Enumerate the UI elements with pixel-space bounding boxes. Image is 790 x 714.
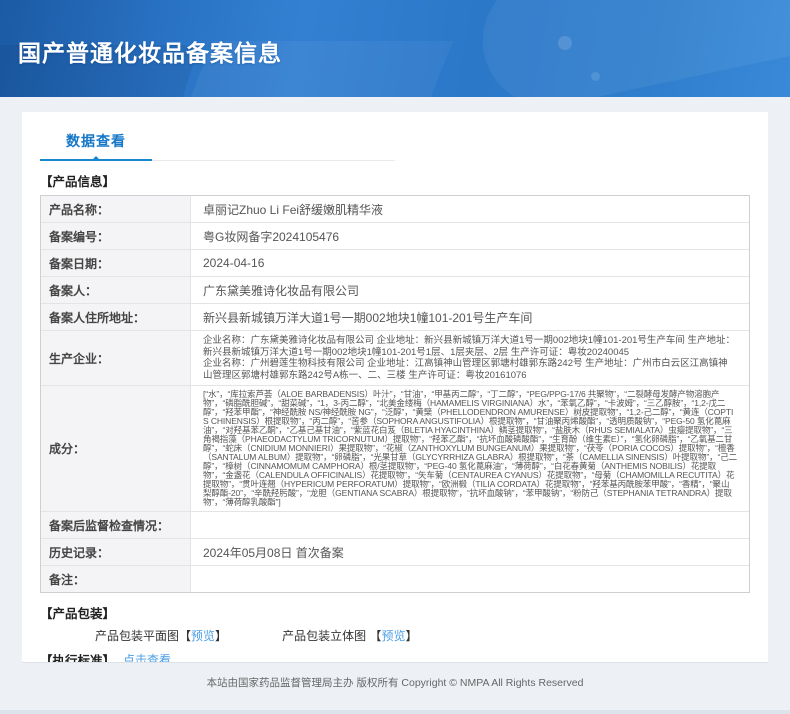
row-value: 粤G妆网备字2024105476 xyxy=(203,229,340,244)
page-title: 国产普通化妆品备案信息 xyxy=(18,40,282,66)
tab-bar: 数据查看 xyxy=(40,124,395,161)
content-card: 数据查看 【产品信息】 产品名称： 卓丽记Zhuo Li Fei舒缓嫩肌精华液 … xyxy=(22,112,768,663)
standard-click-view-link[interactable]: 点击查看 xyxy=(123,651,171,662)
row-value xyxy=(191,566,749,592)
page-footer: 本站由国家药品监督管理局主办 版权所有 Copyright © NMPA All… xyxy=(0,663,790,710)
table-row-registrant-address: 备案人住所地址： 新兴县新城镇万洋大道1号一期002地块1幢101-201号生产… xyxy=(41,304,749,331)
packaging-stereo-label: 产品包装立体图 xyxy=(282,629,367,644)
row-value: 广东黛美雅诗化妆品有限公司 xyxy=(203,283,360,298)
banner-decoration-dot xyxy=(591,72,600,81)
row-value: 2024年05月08日 首次备案 xyxy=(203,545,344,560)
table-row-registrant: 备案人： 广东黛美雅诗化妆品有限公司 xyxy=(41,277,749,304)
row-value: 卓丽记Zhuo Li Fei舒缓嫩肌精华液 xyxy=(203,202,384,217)
row-value: [“水”，“库拉索芦荟（ALOE BARBADENSIS）叶汁”，“甘油”，“甲… xyxy=(203,389,737,508)
row-label: 备注： xyxy=(41,566,191,593)
packaging-flat-label: 产品包装平面图 xyxy=(95,629,180,644)
product-info-table: 产品名称： 卓丽记Zhuo Li Fei舒缓嫩肌精华液 备案编号： 粤G妆网备字… xyxy=(40,195,750,594)
row-value: 新兴县新城镇万洋大道1号一期002地块1幢101-201号生产车间 xyxy=(203,310,533,325)
bracket: 】 xyxy=(215,629,228,644)
row-value: 企业名称：广东黛美雅诗化妆品有限公司 企业地址：新兴县新城镇万洋大道1号一期00… xyxy=(203,335,736,381)
bracket: 【 xyxy=(179,629,192,644)
row-label: 备案日期： xyxy=(41,250,191,276)
table-row-history: 历史记录： 2024年05月08日 首次备案 xyxy=(41,539,749,567)
tab-data-view[interactable]: 数据查看 xyxy=(40,124,152,161)
tab-data-view-label: 数据查看 xyxy=(66,133,126,149)
table-row-ingredients: 成分： [“水”，“库拉索芦荟（ALOE BARBADENSIS）叶汁”，“甘油… xyxy=(41,386,749,513)
packaging-stereo-item: 产品包装立体图 【预览】 xyxy=(282,627,417,644)
standard-section-title: 【执行标准】 xyxy=(40,654,116,663)
bottom-strip xyxy=(0,710,790,714)
packaging-flat-item: 产品包装平面图【预览】 xyxy=(95,627,227,644)
packaging-flat-preview-link[interactable]: 预览 xyxy=(191,629,215,643)
row-label: 成分： xyxy=(41,386,191,512)
table-row-record-number: 备案编号： 粤G妆网备字2024105476 xyxy=(41,223,749,250)
row-label: 生产企业： xyxy=(41,331,191,386)
packaging-section-title: 【产品包装】 xyxy=(40,607,116,622)
tab-active-caret-icon xyxy=(91,156,101,161)
table-row-product-name: 产品名称： 卓丽记Zhuo Li Fei舒缓嫩肌精华液 xyxy=(41,196,749,223)
table-row-manufacturer: 生产企业： 企业名称：广东黛美雅诗化妆品有限公司 企业地址：新兴县新城镇万洋大道… xyxy=(41,331,749,387)
row-label: 备案后监督检查情况： xyxy=(41,512,191,539)
row-value xyxy=(191,512,749,538)
copyright-text: 本站由国家药品监督管理局主办 版权所有 Copyright © NMPA All… xyxy=(206,677,584,689)
table-row-remark: 备注： xyxy=(41,566,749,593)
row-label: 备案人住所地址： xyxy=(41,304,191,330)
row-label: 产品名称： xyxy=(41,196,191,222)
page-body: 数据查看 【产品信息】 产品名称： 卓丽记Zhuo Li Fei舒缓嫩肌精华液 … xyxy=(0,97,790,663)
standard-section-row: 【执行标准】 点击查看 xyxy=(40,650,750,663)
row-label: 备案编号： xyxy=(41,223,191,249)
row-label: 备案人： xyxy=(41,277,191,303)
row-label: 历史记录： xyxy=(41,539,191,566)
product-info-section-title: 【产品信息】 xyxy=(40,175,116,189)
table-row-record-date: 备案日期： 2024-04-16 xyxy=(41,250,749,277)
bracket: 】 xyxy=(405,629,418,644)
bracket: 【 xyxy=(369,629,382,644)
row-value: 2024-04-16 xyxy=(203,256,265,270)
packaging-preview-row: 产品包装平面图【预览】 产品包装立体图 【预览】 xyxy=(40,627,750,644)
packaging-stereo-preview-link[interactable]: 预览 xyxy=(381,629,405,643)
table-row-supervision: 备案后监督检查情况： xyxy=(41,512,749,540)
page-header-banner: 国产普通化妆品备案信息 xyxy=(0,0,790,97)
